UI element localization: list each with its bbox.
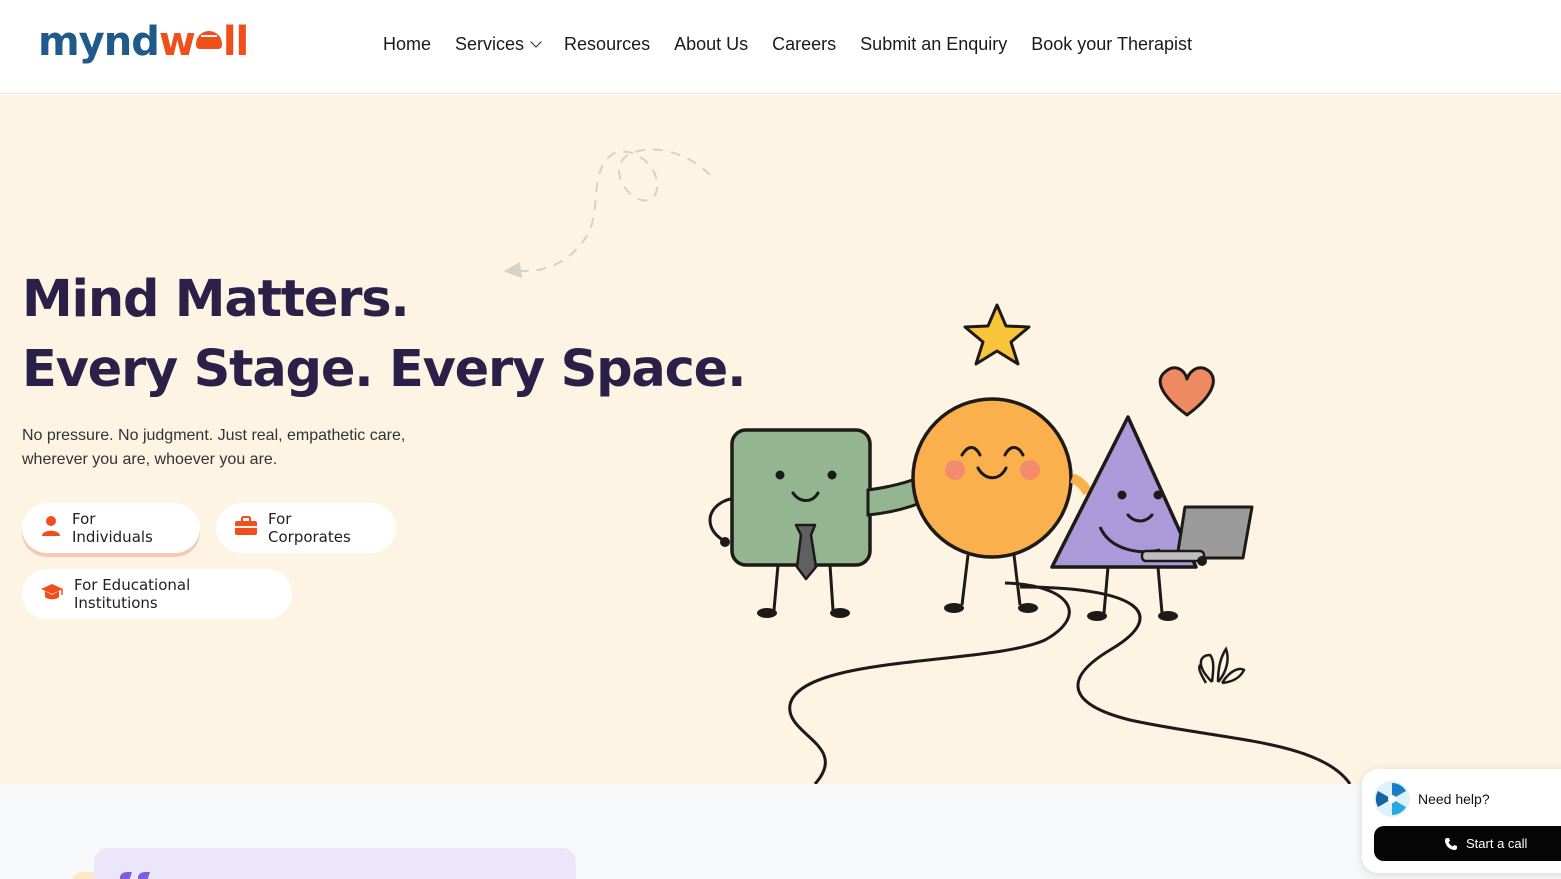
hero-title: Mind Matters. Every Stage. Every Space. xyxy=(22,270,746,399)
nav-resources[interactable]: Resources xyxy=(564,32,650,56)
for-corporates-button[interactable]: For Corporates xyxy=(216,503,396,553)
quote-icon xyxy=(120,872,150,879)
assistant-avatar-icon xyxy=(1374,781,1410,817)
briefcase-icon xyxy=(234,515,258,541)
nav-submit-enquiry[interactable]: Submit an Enquiry xyxy=(860,32,1007,56)
phone-icon xyxy=(1445,837,1457,850)
brain-icon xyxy=(195,31,222,49)
nav-home[interactable]: Home xyxy=(383,32,431,56)
for-educational-institutions-button[interactable]: For Educational Institutions xyxy=(22,569,292,619)
main-nav: Home Services Resources About Us Careers… xyxy=(383,32,1216,56)
nav-services[interactable]: Services xyxy=(455,32,542,56)
testimonial-section xyxy=(0,784,1561,879)
help-prompt: Need help? xyxy=(1418,791,1490,807)
chevron-down-icon xyxy=(530,35,542,48)
myndwell-logo[interactable]: myndw ll xyxy=(38,18,249,66)
person-icon xyxy=(40,515,62,541)
nav-careers[interactable]: Careers xyxy=(772,32,836,56)
nav-about-us[interactable]: About Us xyxy=(674,32,748,56)
site-header: myndw ll Home Services Resources About Us… xyxy=(0,0,1561,94)
help-widget: Need help? Start a call xyxy=(1362,769,1561,873)
testimonial-card xyxy=(94,848,576,879)
graduation-cap-icon xyxy=(40,582,64,606)
for-individuals-button[interactable]: For Individuals xyxy=(22,503,200,553)
hero-section: Mind Matters. Every Stage. Every Space. … xyxy=(0,95,1561,784)
hero-subtitle: No pressure. No judgment. Just real, emp… xyxy=(22,427,406,468)
start-call-button[interactable]: Start a call xyxy=(1374,826,1561,861)
nav-book-therapist[interactable]: Book your Therapist xyxy=(1031,32,1192,56)
